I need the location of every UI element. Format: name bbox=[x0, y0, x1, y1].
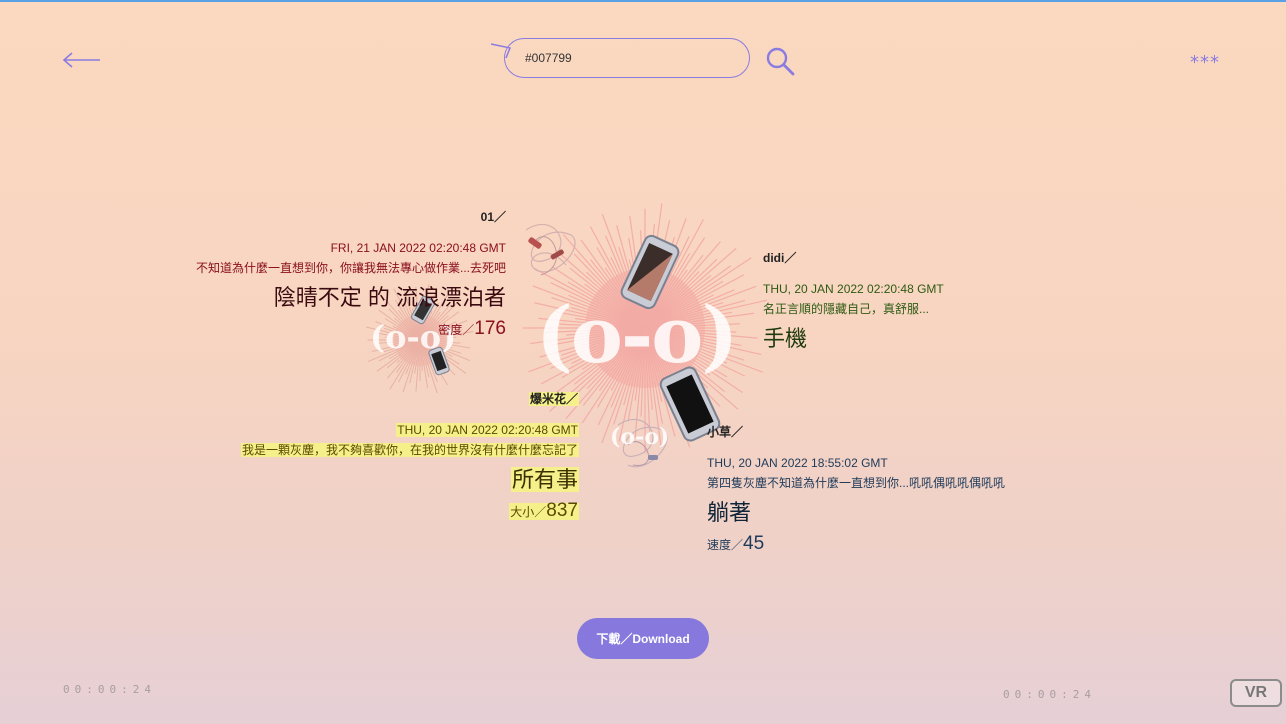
post-author: 爆米花／ bbox=[528, 392, 579, 406]
metric-label: 大小／ bbox=[510, 505, 547, 519]
post-title: 所有事 bbox=[510, 467, 579, 492]
bottom-face: (o-o) bbox=[610, 424, 670, 450]
post-message: 名正言順的隱藏自己，真舒服... bbox=[763, 302, 930, 316]
metric-value: 45 bbox=[743, 533, 765, 554]
vr-button[interactable]: VR bbox=[1230, 679, 1282, 707]
download-button[interactable]: 下載／Download bbox=[577, 618, 709, 659]
metric-label: 密度／ bbox=[438, 323, 475, 337]
post-message: 第四隻灰塵不知道為什麼一直想到你...吼吼偶吼吼偶吼吼 bbox=[707, 476, 1006, 490]
cable-tangle-icon bbox=[525, 223, 576, 276]
post-entry-popcorn: 爆米花／ THU, 20 JAN 2022 02:20:48 GMT 我是一顆灰… bbox=[230, 390, 579, 522]
timer-left: 00:00:24 bbox=[63, 683, 156, 696]
post-author: 小草／ bbox=[707, 425, 744, 439]
phone-icon bbox=[620, 234, 680, 310]
back-arrow-icon[interactable] bbox=[62, 48, 102, 72]
metric-value: 837 bbox=[546, 500, 578, 521]
phone-icon bbox=[428, 346, 450, 376]
post-message: 不知道為什麼一直想到你，你讓我無法專心做作業...去死吧 bbox=[195, 261, 506, 275]
post-metric: 密度／176 bbox=[190, 318, 506, 340]
post-title: 手機 bbox=[763, 326, 808, 351]
post-date: THU, 20 JAN 2022 02:20:48 GMT bbox=[763, 282, 944, 296]
post-date: THU, 20 JAN 2022 02:20:48 GMT bbox=[396, 423, 579, 437]
post-title: 陰晴不定 的 流浪漂泊者 bbox=[273, 285, 506, 310]
search-icon[interactable] bbox=[765, 46, 795, 76]
metric-value: 176 bbox=[474, 318, 506, 339]
search-bar bbox=[490, 37, 755, 83]
post-entry-grass: 小草／ THU, 20 JAN 2022 18:55:02 GMT 第四隻灰塵不… bbox=[707, 423, 1037, 555]
post-message: 我是一顆灰塵，我不夠喜歡你，在我的世界沒有什麼什麼忘記了 bbox=[240, 443, 579, 457]
post-date: FRI, 21 JAN 2022 02:20:48 GMT bbox=[330, 241, 506, 255]
post-author: 01／ bbox=[480, 210, 506, 224]
post-author: didi／ bbox=[763, 251, 797, 265]
timer-right: 00:00:24 bbox=[1003, 688, 1096, 701]
post-entry-01: 01／ FRI, 21 JAN 2022 02:20:48 GMT 不知道為什麼… bbox=[190, 208, 506, 340]
menu-button[interactable]: *** bbox=[1190, 52, 1220, 73]
post-title: 躺著 bbox=[707, 500, 752, 525]
post-metric: 大小／837 bbox=[230, 500, 579, 522]
metric-label: 速度／ bbox=[707, 538, 744, 552]
post-entry-didi: didi／ THU, 20 JAN 2022 02:20:48 GMT 名正言順… bbox=[763, 249, 1063, 353]
post-date: THU, 20 JAN 2022 18:55:02 GMT bbox=[707, 456, 888, 470]
post-metric: 速度／45 bbox=[707, 533, 1037, 555]
search-input[interactable] bbox=[504, 38, 750, 78]
top-border bbox=[0, 0, 1286, 2]
